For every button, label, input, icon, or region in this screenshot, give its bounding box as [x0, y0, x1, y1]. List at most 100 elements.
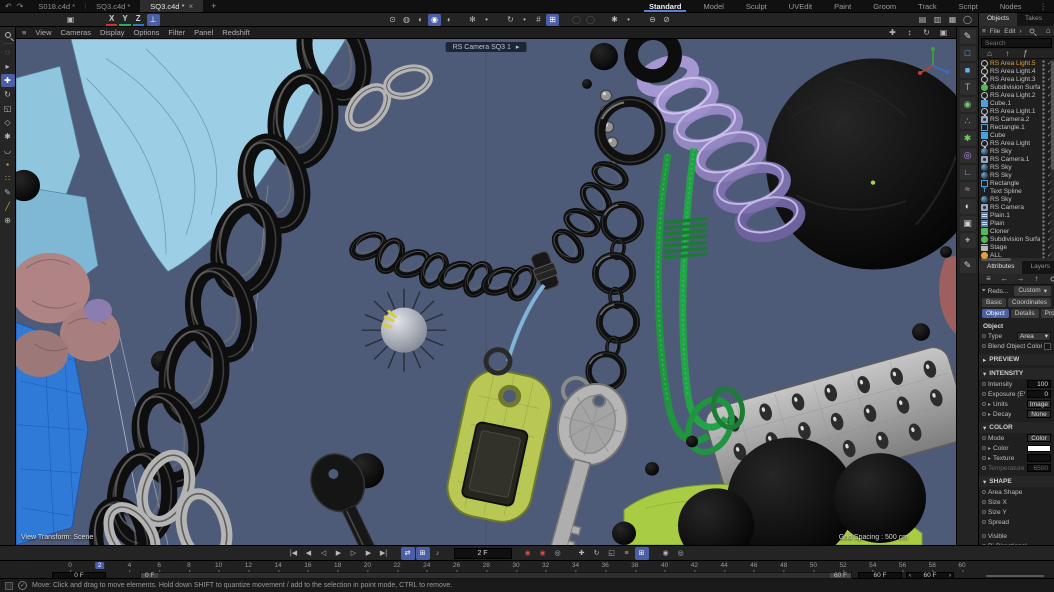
cloner-icon[interactable]: ∴: [960, 114, 976, 129]
simulate-icon[interactable]: ⊙: [386, 14, 399, 26]
preview-range-start-handle[interactable]: 0 F: [141, 573, 158, 578]
falloff-icon[interactable]: ◖: [442, 14, 455, 26]
object-row[interactable]: RS Area Light.3✓: [979, 75, 1054, 83]
visibility-dots[interactable]: [1042, 148, 1045, 155]
timeline-scale-slider[interactable]: [986, 575, 1044, 577]
home-icon[interactable]: ⌂: [1042, 25, 1054, 37]
range-start-field[interactable]: 0 F: [52, 572, 106, 579]
up-level-icon[interactable]: ↑: [1001, 48, 1014, 60]
visibility-dots[interactable]: [1042, 92, 1045, 99]
deformer-icon[interactable]: ≈: [960, 182, 976, 197]
animation-dot-icon[interactable]: [982, 392, 986, 396]
goto-end-button[interactable]: ▶|: [377, 547, 391, 560]
layout-tab-uvedit[interactable]: UVEdit: [778, 0, 823, 12]
spline-point-icon[interactable]: ▪: [1, 158, 15, 171]
visibility-dots[interactable]: [1042, 124, 1045, 131]
visibility-dots[interactable]: [1042, 180, 1045, 187]
layout-tab-model[interactable]: Model: [692, 0, 734, 12]
animation-dot-icon[interactable]: [982, 500, 986, 504]
layout-tab-sculpt[interactable]: Sculpt: [735, 0, 778, 12]
end-frame-spinner[interactable]: ‹ 60 F ›: [906, 572, 954, 579]
object-row[interactable]: RS Area Light.1✓: [979, 107, 1054, 115]
mode-dropdown[interactable]: Custom ▾: [1014, 286, 1051, 296]
disable-icon[interactable]: ⊘: [660, 14, 673, 26]
animation-dot-icon[interactable]: [982, 544, 986, 545]
new-document-tab-button[interactable]: +: [203, 0, 224, 12]
attr-tab-details[interactable]: Details: [1011, 309, 1039, 318]
prev-frame-button[interactable]: ◁: [317, 547, 331, 560]
visibility-dots[interactable]: [1042, 140, 1045, 147]
visibility-dots[interactable]: [1042, 212, 1045, 219]
rotate-snap-icon[interactable]: ↻: [504, 14, 517, 26]
object-row[interactable]: Rectangle✓: [979, 179, 1054, 187]
object-row[interactable]: Stage✓: [979, 243, 1054, 251]
object-menu-file[interactable]: File: [990, 28, 1000, 35]
back-icon[interactable]: ←: [998, 273, 1011, 285]
character-icon[interactable]: ✻: [466, 14, 479, 26]
layout-tab-paint[interactable]: Paint: [823, 0, 862, 12]
expand-icon[interactable]: ▸: [988, 445, 991, 452]
attribute-value-field[interactable]: Color: [1027, 434, 1051, 442]
search-tool-icon[interactable]: [1, 28, 15, 41]
scale-tool-icon[interactable]: ◱: [1, 102, 15, 115]
animation-dot-icon[interactable]: [982, 446, 986, 450]
menu-overflow-icon[interactable]: ›: [1019, 28, 1021, 35]
visibility-dots[interactable]: [1042, 236, 1045, 243]
next-key-button[interactable]: ▶: [362, 547, 376, 560]
pan-view-icon[interactable]: ✚: [886, 27, 899, 39]
visibility-dots[interactable]: [1042, 108, 1045, 115]
home-path-icon[interactable]: ⌂: [983, 48, 996, 60]
object-row[interactable]: RS Area Light.2✓: [979, 91, 1054, 99]
attribute-value-field[interactable]: Image: [1027, 400, 1051, 408]
layout-tab-nodes[interactable]: Nodes: [989, 0, 1033, 12]
attr-tab-basic[interactable]: Basic: [982, 298, 1006, 307]
spline-pen-icon[interactable]: ✎: [960, 29, 976, 44]
keying-settings-button[interactable]: ◉: [659, 547, 673, 560]
axis-modify-icon[interactable]: ◇: [1, 116, 15, 129]
search-icon[interactable]: [1026, 25, 1039, 37]
object-row[interactable]: RS Camera.1✓: [979, 155, 1054, 163]
object-row[interactable]: RS Camera.2✓: [979, 115, 1054, 123]
visibility-dots[interactable]: [1042, 244, 1045, 251]
live-selection-icon[interactable]: ◌: [1, 46, 15, 59]
object-row[interactable]: Subdivision Surface✓: [979, 235, 1054, 243]
object-row[interactable]: TText Spline✓: [979, 187, 1054, 195]
text-spline-icon[interactable]: T: [960, 80, 976, 95]
key-position-button[interactable]: ✚: [575, 547, 589, 560]
search-icon[interactable]: [1046, 273, 1054, 285]
object-menu-edit[interactable]: Edit: [1004, 28, 1015, 35]
viewport-canvas[interactable]: RS Camera SQ3 1 ▸ View Transform: Scene …: [16, 39, 956, 545]
visibility-dots[interactable]: [1042, 188, 1045, 195]
animation-dot-icon[interactable]: [982, 466, 986, 470]
object-row[interactable]: Cube✓: [979, 131, 1054, 139]
goto-start-button[interactable]: |◀: [287, 547, 301, 560]
particle-dot-icon[interactable]: •: [622, 14, 635, 26]
attribute-value-field[interactable]: 6500: [1027, 464, 1051, 472]
rotate-tool-icon[interactable]: ↻: [1, 88, 15, 101]
layout-tab-groom[interactable]: Groom: [862, 0, 907, 12]
next-frame-button[interactable]: ▷: [347, 547, 361, 560]
dolly-view-icon[interactable]: ↕: [903, 27, 916, 39]
coordinate-system-toggle[interactable]: ⊥: [147, 14, 160, 26]
render-picture-viewer-icon[interactable]: ▥: [931, 14, 944, 26]
object-row[interactable]: RS Sky✓: [979, 163, 1054, 171]
animation-dot-icon[interactable]: [982, 402, 986, 406]
object-row[interactable]: Subdivision Surface.1✓: [979, 83, 1054, 91]
layout-more-icon[interactable]: ⋮: [1033, 0, 1054, 12]
key-rotation-button[interactable]: ↻: [590, 547, 604, 560]
volume-icon[interactable]: ◐: [414, 14, 427, 26]
axis-lock-y[interactable]: Y: [119, 14, 130, 26]
animation-dot-icon[interactable]: [982, 412, 986, 416]
active-camera-label[interactable]: RS Camera SQ3 1 ▸: [446, 42, 527, 52]
section-header[interactable]: ▾SHAPE: [979, 476, 1054, 487]
maximize-view-icon[interactable]: ▣: [937, 27, 950, 39]
viewport-menu-panel[interactable]: Panel: [194, 28, 213, 37]
object-row[interactable]: Plain.1✓: [979, 211, 1054, 219]
visibility-dots[interactable]: [1042, 204, 1045, 211]
spline-wrap-icon[interactable]: ◎: [960, 148, 976, 163]
snap-frames-button[interactable]: ⊞: [416, 547, 430, 560]
animation-dot-icon[interactable]: [982, 344, 986, 348]
object-row[interactable]: RS Camera✓: [979, 203, 1054, 211]
preview-range-end-handle[interactable]: 60 F: [830, 573, 851, 578]
measure-tool-icon[interactable]: ╱: [1, 200, 15, 213]
